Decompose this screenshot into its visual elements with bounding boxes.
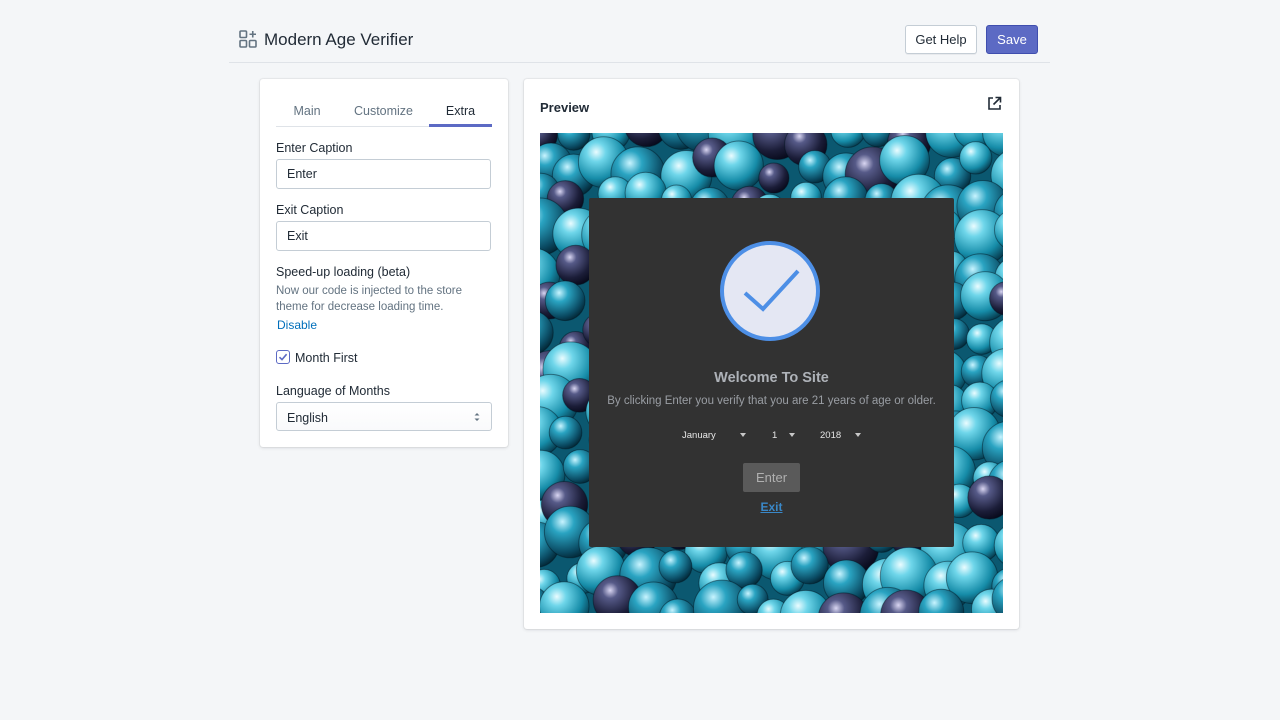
language-label: Language of Months — [276, 384, 390, 398]
speedup-help-text: Now our code is injected to the store th… — [276, 285, 463, 313]
preview-card: Preview Welcome To Site By clicking Ente… — [524, 79, 1019, 629]
checkmark-icon — [278, 353, 288, 361]
external-link-icon[interactable] — [987, 96, 1002, 111]
chevron-down-icon — [740, 433, 746, 437]
month-first-label: Month First — [295, 351, 358, 365]
background-image: Welcome To Site By clicking Enter you ve… — [540, 133, 1003, 613]
speedup-label: Speed-up loading (beta) — [276, 265, 411, 279]
tab-extra[interactable]: Extra — [429, 96, 492, 127]
preview-title: Preview — [540, 100, 590, 115]
year-select[interactable]: 2018 — [820, 430, 861, 441]
settings-card: Main Customize Extra Enter Caption Exit … — [260, 79, 508, 447]
modal-exit-link[interactable]: Exit — [589, 500, 954, 514]
modal-heading: Welcome To Site — [714, 370, 829, 386]
tab-customize[interactable]: Customize — [338, 96, 429, 127]
save-button[interactable]: Save — [986, 25, 1038, 54]
exit-caption-label: Exit Caption — [276, 203, 344, 217]
check-circle-icon — [720, 241, 820, 341]
get-help-button[interactable]: Get Help — [905, 25, 977, 54]
language-select[interactable]: English — [276, 402, 492, 431]
apps-grid-icon — [239, 30, 257, 48]
disable-speedup-link[interactable]: Disable — [277, 318, 317, 332]
day-value: 1 — [772, 430, 778, 441]
modal-enter-button[interactable]: Enter — [743, 463, 800, 492]
month-value: January — [682, 430, 716, 441]
year-value: 2018 — [820, 430, 842, 441]
exit-caption-input[interactable] — [276, 221, 491, 251]
top-bar: Modern Age Verifier Get Help Save — [229, 0, 1050, 63]
chevron-down-icon — [855, 433, 861, 437]
age-verification-modal: Welcome To Site By clicking Enter you ve… — [589, 198, 954, 547]
tab-main[interactable]: Main — [276, 96, 338, 127]
month-select[interactable]: January — [682, 430, 746, 441]
language-select-value: English — [287, 411, 328, 425]
month-first-checkbox[interactable] — [276, 350, 290, 364]
day-select[interactable]: 1 — [772, 430, 795, 441]
enter-caption-label: Enter Caption — [276, 141, 353, 155]
enter-caption-input[interactable] — [276, 159, 491, 189]
chevron-down-icon — [789, 433, 795, 437]
select-arrows-icon — [474, 413, 480, 421]
modal-text: By clicking Enter you verify that you ar… — [607, 395, 936, 407]
page-title: Modern Age Verifier — [264, 30, 414, 49]
settings-tabs: Main Customize Extra — [276, 96, 492, 127]
